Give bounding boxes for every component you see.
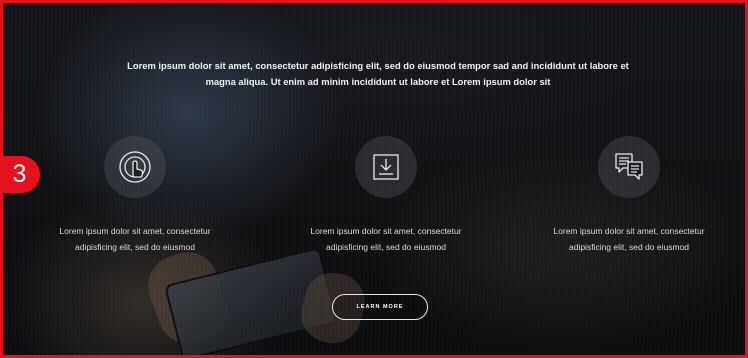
feature-download: Lorem ipsum dolor sit amet, consectetur … [286,136,486,255]
chat-icon [598,136,660,198]
feature-text: Lorem ipsum dolor sit amet, consectetur … [59,226,211,252]
feature-text: Lorem ipsum dolor sit amet, consectetur … [310,226,462,252]
download-icon [355,136,417,198]
promo-banner: 3 Lorem ipsum dolor sit amet, consectetu… [0,0,748,358]
feature-touch: Lorem ipsum dolor sit amet, consectetur … [35,136,235,255]
touch-icon [104,136,166,198]
learn-more-button[interactable]: LEARN MORE [332,294,428,320]
feature-text: Lorem ipsum dolor sit amet, consectetur … [553,226,705,252]
intro-text: Lorem ipsum dolor sit amet, consectetur … [127,60,629,87]
feature-chat: Lorem ipsum dolor sit amet, consectetur … [529,136,729,255]
